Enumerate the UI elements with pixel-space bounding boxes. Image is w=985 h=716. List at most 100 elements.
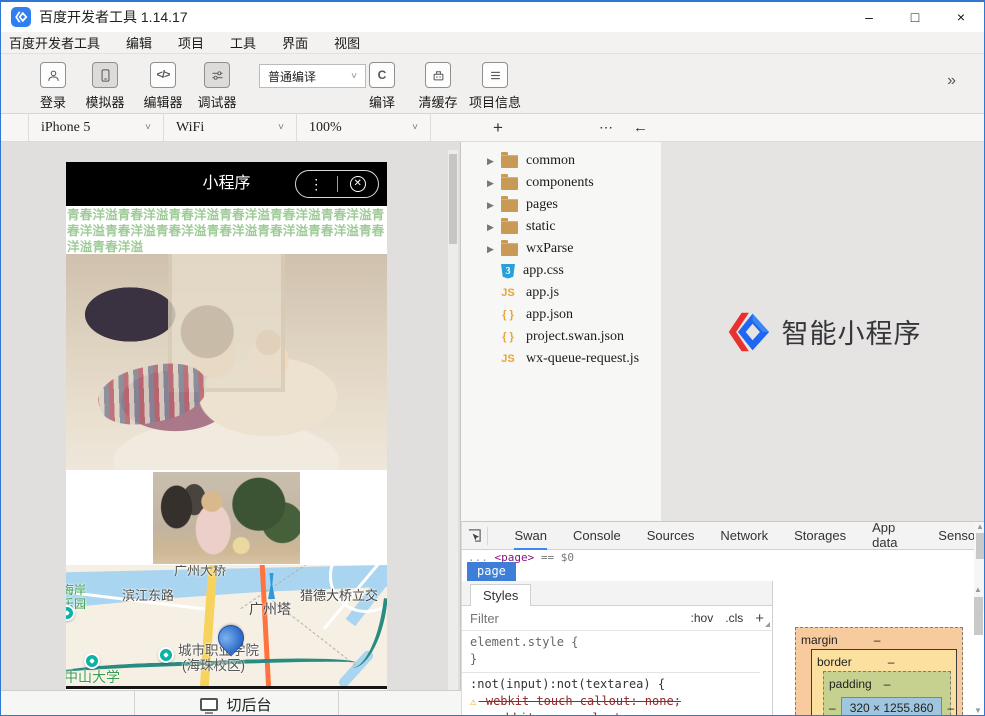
close-circle-icon: ✕: [350, 176, 366, 192]
tree-file-appcss[interactable]: 3 app.css: [461, 260, 661, 282]
box-model-diagram[interactable]: margin– border– padding– – 320 × 1255.86…: [795, 627, 963, 716]
tree-folder-components[interactable]: ▶ components: [461, 172, 661, 194]
simulator-scrollbar[interactable]: [448, 150, 458, 690]
styles-filter-input[interactable]: [470, 611, 691, 626]
tab-swan[interactable]: Swan: [514, 522, 547, 550]
clear-cache-button[interactable]: 清缓存: [408, 62, 468, 111]
tab-network[interactable]: Network: [720, 522, 768, 550]
map-label-interchange: 猎德大桥立交: [300, 585, 378, 604]
miniprogram-header: 小程序 ⋮ ✕: [66, 162, 387, 206]
menu-tools[interactable]: 工具: [230, 33, 269, 52]
toggle-hover-state[interactable]: :hov: [691, 611, 714, 625]
compile-icon: C: [369, 62, 395, 88]
tab-sources[interactable]: Sources: [647, 522, 695, 550]
window-title: 百度开发者工具 1.14.17: [39, 2, 188, 32]
css-rule-element-style[interactable]: element.style {: [470, 634, 752, 651]
switch-background-button[interactable]: 切后台: [134, 691, 338, 716]
menu-app[interactable]: 百度开发者工具: [9, 33, 113, 52]
tree-folder-pages[interactable]: ▶ pages: [461, 194, 661, 216]
box-model-scrollbar[interactable]: ▲ ▼: [973, 585, 984, 715]
expand-arrow-icon[interactable]: ▶: [487, 200, 501, 211]
sliders-icon: [210, 68, 225, 83]
tab-console[interactable]: Console: [573, 522, 621, 550]
debugger-button[interactable]: 调试器: [187, 62, 247, 111]
editor-button[interactable]: </> 编辑器: [133, 62, 193, 111]
expand-arrow-icon[interactable]: ▶: [487, 178, 501, 189]
minimize-button[interactable]: –: [846, 2, 892, 32]
close-miniprogram-button[interactable]: ✕: [338, 176, 379, 192]
toggle-class[interactable]: .cls: [725, 611, 743, 625]
tree-file-appjs[interactable]: JS app.js: [461, 282, 661, 304]
scrollbar-thumb[interactable]: [974, 597, 983, 635]
maximize-button[interactable]: □: [892, 2, 938, 32]
app-window: 百度开发者工具 1.14.17 – □ × 百度开发者工具 编辑 项目 工具 界…: [0, 0, 985, 716]
capsule-menu: ⋮ ✕: [295, 170, 379, 198]
scroll-up-icon[interactable]: ▲: [974, 585, 982, 594]
map-poi-icon: [158, 647, 174, 663]
zoom-select[interactable]: 100%˅: [297, 114, 431, 141]
scroll-down-icon[interactable]: ▼: [974, 706, 982, 715]
map-label-university: 中山大学: [66, 667, 120, 687]
phone-preview: 小程序 ⋮ ✕ 青春洋溢青春洋溢青春洋溢青春洋溢青春洋溢青春洋溢青春洋溢青春洋溢…: [66, 162, 387, 690]
menu-project[interactable]: 项目: [178, 33, 217, 52]
selected-element-line[interactable]: ... <page> == $0: [462, 550, 985, 564]
tab-styles[interactable]: Styles: [470, 584, 531, 606]
brand-panel: 智能小程序: [661, 142, 985, 521]
more-options-icon[interactable]: ⋯: [599, 114, 613, 141]
brand-name: 智能小程序: [782, 312, 922, 351]
photo-children[interactable]: [66, 254, 387, 470]
photo-christmas[interactable]: [153, 472, 300, 564]
device-select[interactable]: iPhone 5˅: [29, 114, 164, 141]
menu-edit[interactable]: 编辑: [126, 33, 165, 52]
map-label-road: 滨江东路: [122, 585, 174, 604]
css-prop-touch-callout[interactable]: ⚠-webkit-touch-callout: none;: [470, 693, 752, 710]
add-file-button[interactable]: +: [493, 114, 503, 141]
box-model-padding: padding– – 320 × 1255.860 –: [823, 671, 951, 716]
marquee-text: 青春洋溢青春洋溢青春洋溢青春洋溢青春洋溢青春洋溢青春洋溢青春洋溢青春洋溢青春洋溢…: [66, 206, 387, 254]
scrollbar-thumb[interactable]: [976, 533, 984, 559]
tree-folder-static[interactable]: ▶ static: [461, 216, 661, 238]
new-style-rule-button[interactable]: +: [755, 610, 764, 627]
project-info-button[interactable]: 项目信息: [465, 62, 525, 111]
smart-program-logo-icon: [726, 310, 770, 354]
toolbar-overflow-button[interactable]: »: [947, 72, 956, 90]
css-rule-selector[interactable]: :not(input):not(textarea) {: [470, 676, 752, 693]
expand-arrow-icon[interactable]: ▶: [487, 244, 501, 255]
collapse-panel-icon[interactable]: ←: [633, 114, 648, 141]
tree-folder-wxparse[interactable]: ▶ wxParse: [461, 238, 661, 260]
warning-icon: ⚠: [470, 695, 477, 708]
folder-icon: [501, 199, 518, 212]
code-icon: </>: [157, 69, 170, 81]
compile-mode-select[interactable]: 普通编译 ˅: [259, 64, 366, 88]
map-view[interactable]: 广州大桥 滨江东路 广州塔 猎德大桥立交 海岸 乐园 城市职业学院 (海珠校区)…: [66, 565, 387, 689]
expand-arrow-icon[interactable]: ▶: [487, 222, 501, 233]
tab-storages[interactable]: Storages: [794, 522, 846, 550]
expand-arrow-icon[interactable]: ▶: [487, 156, 501, 167]
tree-file-projectswanjson[interactable]: { } project.swan.json: [461, 326, 661, 348]
folder-icon: [501, 177, 518, 190]
compile-button[interactable]: C 编译: [352, 62, 412, 111]
tree-file-appjson[interactable]: { } app.json: [461, 304, 661, 326]
tree-folder-common[interactable]: ▶ common: [461, 150, 661, 172]
tree-file-wxqueuerequestjs[interactable]: JS wx-queue-request.js: [461, 348, 661, 370]
map-metro-line: [332, 592, 387, 672]
simulator-button[interactable]: 模拟器: [75, 62, 135, 111]
scroll-up-icon[interactable]: ▲: [976, 522, 984, 531]
close-button[interactable]: ×: [938, 2, 984, 32]
inspect-element-button[interactable]: [462, 527, 488, 545]
css-file-icon: 3: [501, 264, 515, 279]
css-prop-user-select[interactable]: -webkit-user-select: none;: [470, 710, 752, 716]
devtools-tab-bar: Swan Console Sources Network Storages Ap…: [462, 522, 985, 550]
menu-interface[interactable]: 界面: [282, 33, 321, 52]
phone-icon: [98, 68, 113, 83]
menu-view[interactable]: 视图: [334, 33, 373, 52]
file-panel-header: + ⋯ ←: [461, 114, 661, 141]
network-select[interactable]: WiFi˅: [164, 114, 297, 141]
device-bar-spacer: [1, 114, 29, 141]
map-label-bridge: 广州大桥: [174, 565, 226, 579]
menu-bar: 百度开发者工具 编辑 项目 工具 界面 视图: [1, 32, 984, 54]
login-button[interactable]: 登录: [23, 62, 83, 111]
chevron-down-icon: ˅: [145, 122, 151, 133]
menu-dots-icon[interactable]: ⋮: [296, 176, 337, 193]
devtools-panel: Swan Console Sources Network Storages Ap…: [461, 521, 985, 716]
